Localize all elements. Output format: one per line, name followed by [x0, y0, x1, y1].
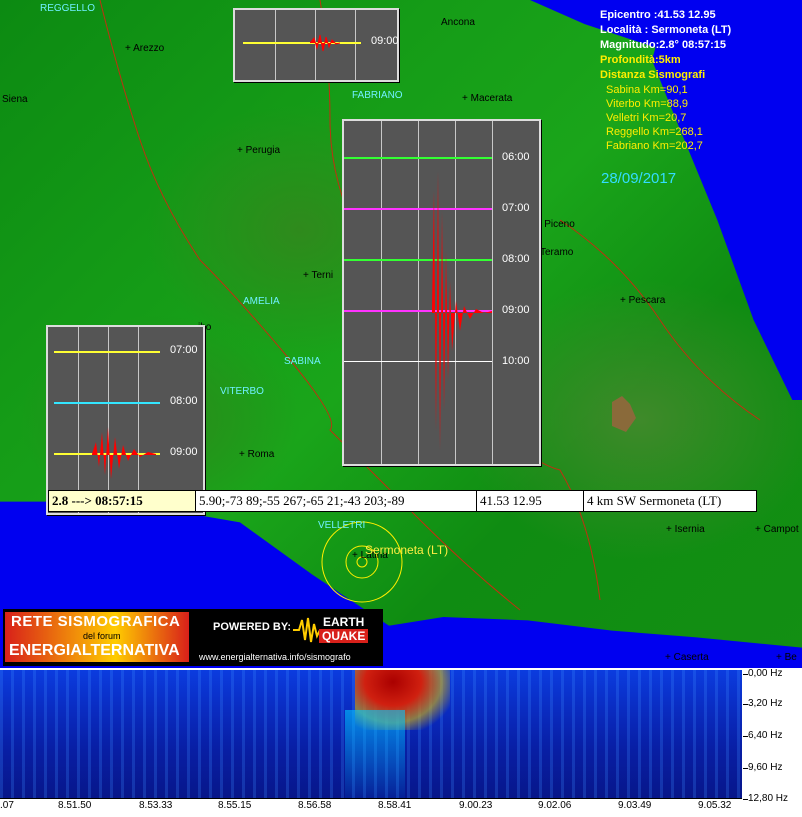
time-0600: 06:00 [502, 151, 530, 163]
time-axis-2: 8.53.33 [139, 800, 173, 811]
trace-main-event [432, 171, 492, 451]
banner-quake: QUAKE [319, 629, 369, 643]
strip-values: 5.90;-73 89;-55 267;-65 21;-43 203;-89 [196, 491, 477, 511]
city-roma: + Roma [239, 449, 275, 460]
banner-line3: ENERGIALTERNATIVA [9, 642, 180, 659]
city-teramo: Teramo [540, 247, 574, 258]
dist-sabina: Sabina Km=90,1 [606, 84, 688, 96]
city-viterbo: VITERBO [220, 386, 264, 397]
strip-coords: 41.53 12.95 [477, 491, 584, 511]
time-axis-4: 8.56.58 [298, 800, 332, 811]
city-benevento: + Be [776, 652, 797, 663]
network-banner: RETE SISMOGRAFICA del forum ENERGIALTERN… [3, 609, 383, 666]
epicentro-text: Epicentro :41.53 12.95 [600, 9, 716, 21]
event-info: Epicentro :41.53 12.95 Località : Sermon… [600, 8, 731, 153]
time-axis-5: 8.58.41 [378, 800, 412, 811]
time-axis-3: 8.55.15 [218, 800, 252, 811]
strip-mag-time: 2.8 ---> 08:57:15 [49, 491, 196, 511]
time-0700: 07:00 [502, 202, 530, 214]
time-0700: 07:00 [170, 344, 198, 356]
time-axis-7: 9.02.06 [538, 800, 572, 811]
time-1000: 10:00 [502, 355, 530, 367]
banner-url[interactable]: www.energialternativa.info/sismografo [199, 652, 351, 662]
time-axis-6: 9.00.23 [459, 800, 493, 811]
freq-2: 6,40 Hz [748, 730, 783, 741]
city-reggello: REGGELLO [40, 3, 96, 14]
city-arezzo: + Arezzo [125, 43, 165, 54]
spectrogram-tail [345, 710, 405, 798]
city-ancona: Ancona [441, 17, 475, 28]
seismograph-panel-main: 06:00 07:00 08:00 09:00 10:00 [342, 119, 541, 466]
profondita-text: Profondità:5km [600, 54, 681, 66]
event-strip: 2.8 ---> 08:57:15 5.90;-73 89;-55 267;-6… [48, 490, 757, 512]
city-isernia: + Isernia [666, 524, 705, 535]
distance-title: Distanza Sismografi [600, 69, 706, 81]
city-sermoneta: Sermoneta (LT) [365, 543, 449, 557]
strip-location: 4 km SW Sermoneta (LT) [587, 493, 722, 508]
seismograph-panel-small: 09:00 [233, 8, 399, 82]
time-axis-9: 9.05.32 [698, 800, 732, 811]
dist-fabriano: Fabriano Km=202,7 [606, 140, 703, 152]
mountain-patch [612, 396, 636, 432]
time-0800: 08:00 [502, 253, 530, 265]
city-pescara: + Pescara [620, 295, 666, 306]
trace-left-event [92, 427, 156, 479]
spectrogram [0, 670, 742, 798]
banner-line1: RETE SISMOGRAFICA [11, 613, 181, 630]
banner-line2: del forum [83, 631, 121, 641]
freq-0: 0,00 Hz [748, 668, 783, 679]
magnitudo-text: Magnitudo:2.8° 08:57:15 [600, 39, 727, 51]
freq-4: 12,80 Hz [748, 793, 789, 804]
freq-1: 3,20 Hz [748, 698, 783, 709]
city-velletri: VELLETRI [318, 520, 366, 531]
time-0900: 09:00 [502, 304, 530, 316]
dist-reggello: Reggello Km=268,1 [606, 126, 703, 138]
time-axis-8: 9.03.49 [618, 800, 652, 811]
time-0800: 08:00 [170, 395, 198, 407]
localita-text: Località : Sermoneta (LT) [600, 24, 732, 36]
city-sabina: SABINA [284, 356, 321, 367]
time-axis-0: .07 [0, 800, 14, 811]
city-macerata: + Macerata [462, 93, 513, 104]
city-campobasso: + Campot [755, 524, 799, 535]
city-fabriano: FABRIANO [352, 90, 403, 101]
dist-velletri: Velletri Km=20,7 [606, 112, 687, 124]
dist-viterbo: Viterbo Km=88,9 [606, 98, 689, 110]
city-piceno: li Piceno [537, 219, 575, 230]
city-perugia: + Perugia [237, 145, 281, 156]
city-terni: + Terni [303, 270, 334, 281]
seismograph-panel-left: 07:00 08:00 09:00 [46, 325, 205, 515]
trace-small-event [310, 34, 340, 52]
city-siena: Siena [2, 94, 28, 105]
time-0900: 09:00 [170, 446, 198, 458]
seismic-map: REGGELLO + Arezzo Siena Ancona FABRIANO … [0, 0, 802, 668]
time-label: 09:00 [371, 35, 399, 47]
city-amelia: AMELIA [243, 296, 280, 307]
event-date: 28/09/2017 [601, 170, 677, 187]
banner-earth: EARTH [323, 615, 365, 629]
freq-3: 9,60 Hz [748, 762, 783, 773]
city-caserta: + Caserta [665, 652, 709, 663]
time-axis-1: 8.51.50 [58, 800, 92, 811]
banner-powered: POWERED BY: [213, 621, 292, 633]
